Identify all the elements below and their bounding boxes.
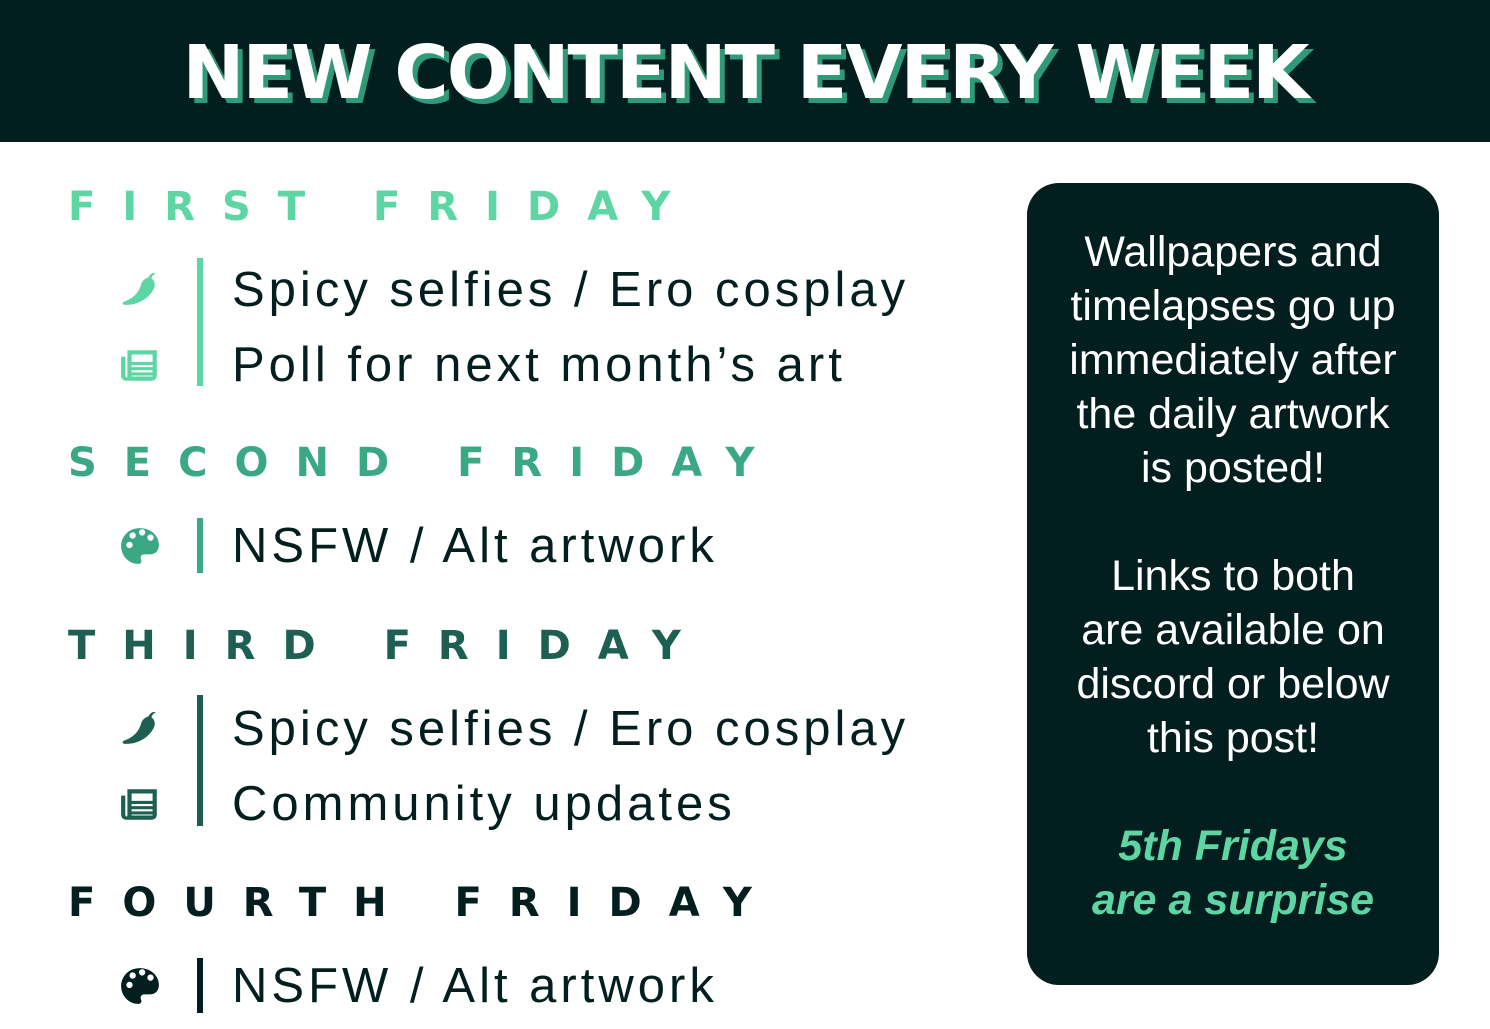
section-title: FIRST FRIDAY [68,184,698,230]
item-list: Spicy selfies / Ero cosplay Poll for nex… [118,252,909,402]
item-label: NSFW / Alt artwork [232,518,718,573]
divider-bar [197,518,203,573]
info-line: timelapses go up [1070,282,1396,330]
pepper-icon [118,707,162,751]
divider-bar [197,258,203,386]
info-line: is posted! [1140,444,1326,492]
header-banner: NEW CONTENT EVERY WEEK [0,0,1490,142]
info-line: this post! [1146,714,1320,762]
section-title: FOURTH FRIDAY [68,880,779,926]
section-third-friday: THIRD FRIDAY Spicy selfies / Ero cosplay… [68,623,909,841]
info-line: the daily artwork [1076,390,1390,438]
item-label: NSFW / Alt artwork [232,958,718,1013]
item-list: NSFW / Alt artwork [118,508,781,583]
item-list: NSFW / Alt artwork [118,948,779,1023]
section-fourth-friday: FOURTH FRIDAY NSFW / Alt artwork [68,880,779,1023]
info-line: Wallpapers and [1084,228,1382,276]
section-title: THIRD FRIDAY [68,623,708,669]
item-label: Spicy selfies / Ero cosplay [232,701,910,756]
list-item: Poll for next month’s art [118,327,909,402]
item-label: Spicy selfies / Ero cosplay [232,262,910,317]
list-item: NSFW / Alt artwork [118,508,781,583]
info-line: are available on [1081,606,1385,654]
surprise-note: 5th Fridays [1118,822,1348,870]
palette-icon [118,524,162,568]
divider-bar [197,695,203,826]
info-line: immediately after [1069,336,1397,384]
section-title: SECOND FRIDAY [68,440,782,486]
palette-icon [118,964,162,1008]
list-item: NSFW / Alt artwork [118,948,779,1023]
list-item: Spicy selfies / Ero cosplay [118,252,909,327]
item-label: Poll for next month’s art [232,337,846,392]
section-second-friday: SECOND FRIDAY NSFW / Alt artwork [68,440,781,583]
page-title: NEW CONTENT EVERY WEEK [182,30,1310,116]
info-line: Links to both [1111,552,1355,600]
item-label: Community updates [232,776,736,831]
newspaper-icon [118,343,162,387]
info-line: discord or below [1076,660,1390,708]
newspaper-icon [118,782,162,826]
surprise-note: are a surprise [1091,876,1375,924]
section-first-friday: FIRST FRIDAY Spicy selfies / Ero cosplay… [68,184,909,402]
list-item: Spicy selfies / Ero cosplay [118,691,909,766]
divider-bar [197,958,203,1013]
info-panel: Wallpapers and timelapses go up immediat… [1027,183,1439,985]
pepper-icon [118,268,162,312]
item-list: Spicy selfies / Ero cosplay Community up… [118,691,909,841]
list-item: Community updates [118,766,909,841]
